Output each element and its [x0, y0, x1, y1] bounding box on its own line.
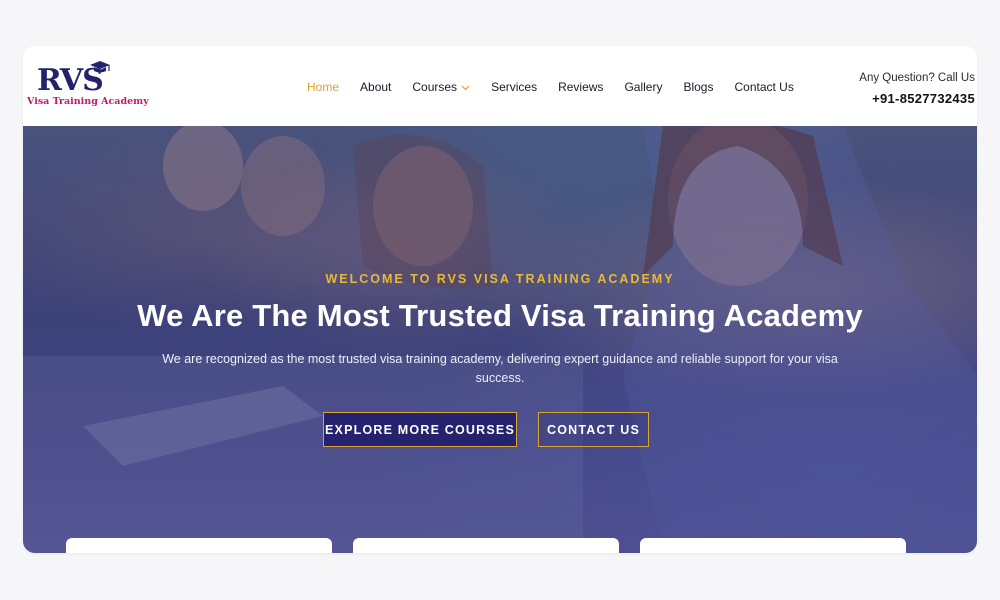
main-nav: Home About Courses Services Reviews Gall…	[307, 78, 815, 96]
contact-phone-link[interactable]: +91-8527732435	[859, 88, 975, 110]
nav-item-reviews[interactable]: Reviews	[558, 78, 603, 96]
feature-card-2	[353, 538, 619, 553]
explore-courses-button[interactable]: EXPLORE MORE COURSES	[323, 412, 517, 447]
nav-item-gallery[interactable]: Gallery	[624, 78, 662, 96]
nav-item-courses-label: Courses	[412, 80, 458, 94]
hero-title: We Are The Most Trusted Visa Training Ac…	[137, 298, 863, 333]
nav-item-contact-us[interactable]: Contact Us	[734, 78, 793, 96]
nav-item-blogs[interactable]: Blogs	[683, 78, 713, 96]
hero-banner: WELCOME TO RVS VISA TRAINING ACADEMY We …	[23, 126, 977, 553]
site-logo[interactable]: RVS Visa Training Academy	[27, 61, 149, 110]
graduation-cap-icon	[89, 60, 111, 81]
feature-card-3	[640, 538, 906, 553]
browser-page: RVS Visa Training Academy Home About Cou…	[23, 46, 977, 553]
header-contact: Any Question? Call Us +91-8527732435	[859, 70, 975, 110]
chevron-down-icon	[461, 78, 470, 96]
nav-item-services[interactable]: Services	[491, 78, 537, 96]
nav-item-courses[interactable]: Courses	[412, 78, 470, 96]
logo-tagline: Visa Training Academy	[27, 96, 149, 107]
nav-item-home[interactable]: Home	[307, 78, 339, 96]
hero-content: WELCOME TO RVS VISA TRAINING ACADEMY We …	[23, 126, 977, 553]
feature-card-1	[66, 538, 332, 553]
nav-item-about[interactable]: About	[360, 78, 391, 96]
contact-us-button[interactable]: CONTACT US	[538, 412, 649, 447]
contact-question: Any Question? Call Us	[859, 72, 975, 84]
hero-description: We are recognized as the most trusted vi…	[162, 352, 838, 385]
site-header: RVS Visa Training Academy Home About Cou…	[23, 46, 977, 126]
hero-eyebrow: WELCOME TO RVS VISA TRAINING ACADEMY	[325, 272, 675, 286]
